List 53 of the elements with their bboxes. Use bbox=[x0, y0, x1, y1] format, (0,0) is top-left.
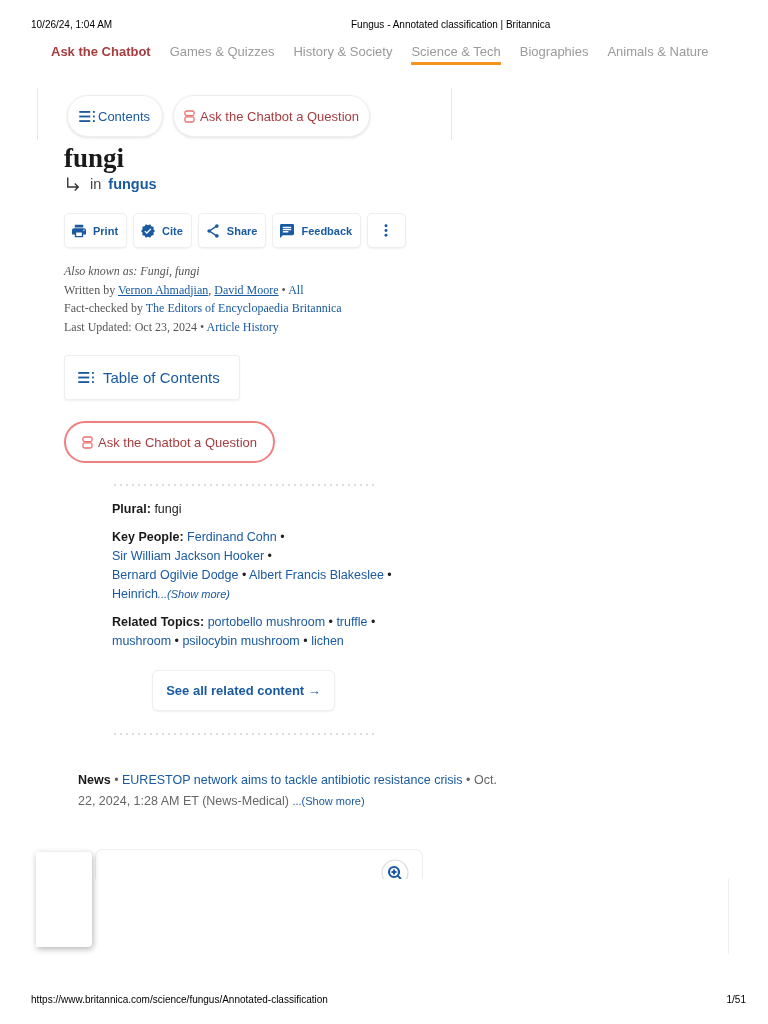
fact-link[interactable]: lichen bbox=[311, 634, 344, 648]
page-title: Fungus - Annotated classification | Britannica bbox=[351, 19, 552, 31]
related-content-button[interactable]: See all related content → bbox=[152, 670, 335, 711]
fact-link[interactable]: portobello mushroom bbox=[207, 615, 326, 629]
fact-link[interactable]: Sir William Jackson Hooker bbox=[112, 549, 265, 563]
fact-link[interactable]: psilocybin mushroom bbox=[182, 634, 300, 648]
feedback-button[interactable]: Feedback bbox=[272, 213, 362, 248]
contents-button[interactable]: Contents bbox=[67, 95, 164, 137]
print-date: 10/26/24, 1:04 AM bbox=[31, 19, 114, 31]
fact-check-line: Fact-checked by The Editors of Encyclopaedia Britannica bbox=[64, 300, 342, 317]
printer-icon bbox=[72, 223, 86, 238]
badge-check-icon bbox=[141, 223, 156, 238]
fact-text: Key People: Ferdinand Cohn • Sir William Jackson Hooker • Bernard Ogilvie Dodge • Albert Francis Blakeslee • Heinrich...(Show more) bbox=[112, 529, 393, 603]
list-icon bbox=[78, 372, 95, 383]
news-item: News • EURESTOP network aims to tackle antibiotic resistance crisis • Oct. 22, 2024, 1:28 AM ET (News-Medical) ...(Show more) bbox=[78, 772, 498, 810]
show-more-link[interactable]: ...(Show more) bbox=[157, 588, 230, 600]
last-updated: Last Updated: Oct 23, 2024 • Article History bbox=[64, 318, 280, 336]
print-button[interactable]: Print bbox=[64, 213, 128, 248]
also-known-as: Also known as: Fungi, fungi bbox=[64, 263, 201, 280]
fact-link[interactable]: Ferdinand Cohn bbox=[187, 530, 277, 544]
fact-link[interactable]: Bernard Ogilvie Dodge bbox=[112, 568, 239, 582]
table-of-contents-button[interactable]: Table of Contents bbox=[64, 355, 240, 400]
speech-bubble-icon bbox=[280, 223, 295, 238]
page-number: 1/51 bbox=[726, 994, 746, 1006]
list-icon bbox=[79, 110, 96, 122]
share-button[interactable]: Share bbox=[197, 213, 267, 248]
fact-link[interactable]: truffle bbox=[336, 615, 368, 629]
byline: Written by Vernon Ahmadjian, David Moore • All bbox=[64, 281, 305, 299]
show-more-link[interactable]: ...(Show more) bbox=[292, 795, 365, 807]
zoom-in-icon[interactable] bbox=[381, 859, 409, 879]
cite-button[interactable]: Cite bbox=[133, 213, 192, 248]
chatbot-button[interactable]: Ask the Chatbot a Question bbox=[64, 421, 275, 463]
robot-icon bbox=[184, 109, 196, 123]
more-vertical-icon bbox=[384, 224, 389, 237]
share-icon bbox=[205, 223, 220, 238]
topic-link[interactable]: fungus bbox=[108, 176, 157, 192]
article-history-link[interactable]: Article History bbox=[206, 319, 279, 334]
editors-link[interactable]: The Editors of Encyclopaedia Britannica bbox=[145, 301, 342, 315]
fact-text: Plural: fungi bbox=[112, 501, 183, 518]
fact-text: Related Topics: portobello mushroom • truffle • mushroom • psilocybin mushroom • lichen bbox=[112, 614, 377, 650]
corner-arrow-icon bbox=[66, 177, 80, 191]
news-link[interactable]: EURESTOP network aims to tackle antibiotic resistance crisis bbox=[122, 773, 463, 787]
robot-icon bbox=[82, 435, 93, 449]
fact-link[interactable]: Heinrich bbox=[112, 587, 158, 601]
fact-link[interactable]: mushroom bbox=[112, 634, 172, 648]
parent-prefix: in bbox=[90, 176, 102, 192]
fact-link[interactable]: Albert Francis Blakeslee bbox=[249, 568, 384, 582]
chatbot-link[interactable]: Ask the Chatbot bbox=[51, 44, 151, 65]
author-link[interactable]: David Moore bbox=[214, 282, 279, 297]
all-authors-link[interactable]: All bbox=[288, 282, 304, 297]
chatbot-button[interactable]: Ask the Chatbot a Question bbox=[173, 95, 371, 137]
page-url: https://www.britannica.com/science/fungus/Annotated-classification bbox=[31, 994, 328, 1006]
article-title: fungi bbox=[64, 143, 125, 173]
